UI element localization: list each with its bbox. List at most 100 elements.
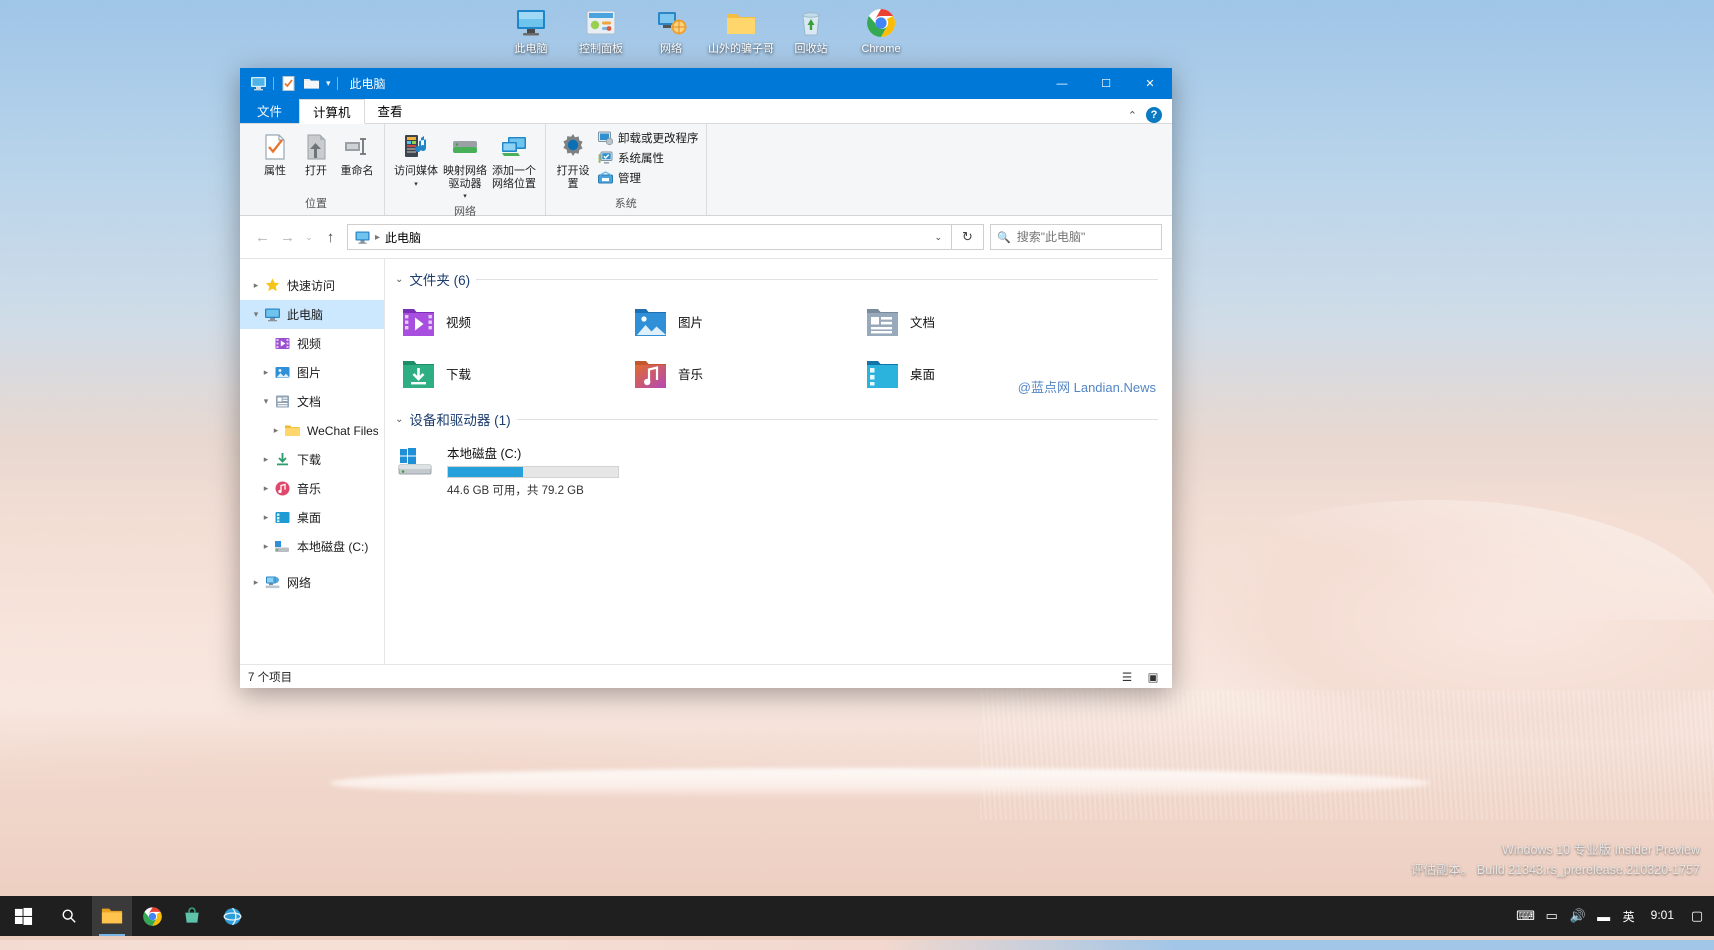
chevron-right-icon[interactable]: ▸ xyxy=(258,483,274,494)
tab-computer[interactable]: 计算机 xyxy=(299,99,365,124)
ribbon-button-open[interactable]: 打开 xyxy=(296,130,336,180)
tile-music[interactable]: 音乐 xyxy=(629,347,861,399)
desktop-icon-control-panel[interactable]: 控制面板 xyxy=(566,2,636,56)
chevron-down-icon[interactable]: ▾ xyxy=(414,181,418,189)
search-input[interactable] xyxy=(1017,230,1155,244)
sidebar-item-documents[interactable]: ▾ 文档 xyxy=(240,387,384,416)
start-button[interactable] xyxy=(0,896,46,936)
chevron-right-icon[interactable]: ▸ xyxy=(248,280,264,291)
tab-view[interactable]: 查看 xyxy=(365,98,416,123)
network-tray-icon[interactable]: ▬ xyxy=(1591,896,1617,936)
minimize-button[interactable]: — xyxy=(1040,68,1084,99)
tile-documents[interactable]: 文档 xyxy=(861,295,1093,347)
taskbar-app-browser[interactable] xyxy=(212,896,252,936)
taskbar-clock[interactable]: 9:01 xyxy=(1641,909,1684,922)
volume-icon[interactable]: 🔊 xyxy=(1565,896,1591,936)
chevron-down-icon[interactable]: ⌄ xyxy=(395,274,403,285)
taskbar-app-file-explorer[interactable] xyxy=(92,896,132,936)
maximize-button[interactable]: ☐ xyxy=(1084,68,1128,99)
help-icon[interactable]: ? xyxy=(1146,107,1162,123)
taskbar-app-store[interactable] xyxy=(172,896,212,936)
address-bar[interactable]: ▸ 此电脑 ⌄ xyxy=(347,224,952,250)
ribbon-button-add-network-location[interactable]: 添加一个网络位置 xyxy=(490,130,538,192)
sidebar-item-desktop[interactable]: ▸ 桌面 xyxy=(240,503,384,532)
tile-downloads[interactable]: 下载 xyxy=(397,347,629,399)
chevron-down-icon[interactable]: ⌄ xyxy=(934,232,947,243)
ime-icon[interactable]: 英 xyxy=(1617,908,1641,925)
chevron-down-icon[interactable]: ⌄ xyxy=(395,414,403,425)
chevron-down-icon[interactable]: ▾ xyxy=(463,193,467,201)
address-bar-row: ← → ⌄ ↑ ▸ 此电脑 ⌄ ↻ 🔍 xyxy=(240,216,1172,258)
sidebar-item-pictures[interactable]: ▸ 图片 xyxy=(240,358,384,387)
chevron-right-icon[interactable]: ▸ xyxy=(258,512,274,523)
ribbon-button-uninstall-program[interactable]: 卸载或更改程序 xyxy=(598,130,699,146)
drive-list: 本地磁盘 (C:) 44.6 GB 可用，共 79.2 GB xyxy=(385,435,1172,498)
sidebar-item-quick-access[interactable]: ▸ 快速访问 xyxy=(240,271,384,300)
this-pc-icon[interactable] xyxy=(250,75,267,92)
forward-button[interactable]: → xyxy=(275,224,300,250)
search-box[interactable]: 🔍 xyxy=(990,224,1162,250)
drive-capacity-bar xyxy=(447,466,619,478)
taskbar-app-chrome[interactable] xyxy=(132,896,172,936)
sidebar-item-videos[interactable]: 视频 xyxy=(240,329,384,358)
media-server-icon xyxy=(401,132,431,162)
breadcrumb[interactable]: 此电脑 xyxy=(385,229,421,246)
close-button[interactable]: ✕ xyxy=(1128,68,1172,99)
properties-icon[interactable] xyxy=(280,75,297,92)
tile-pictures[interactable]: 图片 xyxy=(629,295,861,347)
ribbon-button-system-properties[interactable]: 系统属性 xyxy=(598,150,699,166)
taskbar-search-button[interactable] xyxy=(46,896,92,936)
chevron-down-icon[interactable]: ▾ xyxy=(326,78,331,89)
group-header-folders[interactable]: ⌄ 文件夹 (6) xyxy=(385,259,1172,295)
sidebar-item-network[interactable]: ▸ 网络 xyxy=(240,568,384,597)
chevron-right-icon[interactable]: ▸ xyxy=(258,367,274,378)
group-title: 设备和驱动器 (1) xyxy=(409,409,510,429)
desktop-icon-recycle-bin[interactable]: 回收站 xyxy=(776,2,846,56)
drive-item-local-disk-c[interactable]: 本地磁盘 (C:) 44.6 GB 可用，共 79.2 GB xyxy=(397,438,647,498)
keyboard-icon[interactable]: ⌨ xyxy=(1513,896,1539,936)
recycle-bin-icon xyxy=(794,6,828,40)
sidebar-item-wechat-files[interactable]: ▸ WeChat Files xyxy=(240,416,384,445)
refresh-button[interactable]: ↻ xyxy=(952,224,984,250)
ribbon-button-manage[interactable]: 管理 xyxy=(598,170,699,186)
sidebar-item-downloads[interactable]: ▸ 下载 xyxy=(240,445,384,474)
videos-icon xyxy=(274,335,291,352)
window-body: ▸ 快速访问 ▾ 此电脑 xyxy=(240,258,1172,664)
group-header-drives[interactable]: ⌄ 设备和驱动器 (1) xyxy=(385,399,1172,435)
ribbon-button-properties[interactable]: 属性 xyxy=(255,130,295,180)
sidebar-item-music[interactable]: ▸ 音乐 xyxy=(240,474,384,503)
desktop-icon-network[interactable]: 网络 xyxy=(636,2,706,56)
up-button[interactable]: ↑ xyxy=(318,224,343,250)
chevron-right-icon[interactable]: ▸ xyxy=(258,541,274,552)
chevron-down-icon[interactable]: ▾ xyxy=(258,396,274,407)
recent-locations-button[interactable]: ⌄ xyxy=(300,224,318,250)
documents-icon xyxy=(865,304,900,339)
collapse-ribbon-icon[interactable]: ⌃ xyxy=(1128,109,1137,122)
open-icon xyxy=(301,132,331,162)
notification-center-icon[interactable]: ▢ xyxy=(1684,896,1710,936)
desktop-icon-this-pc[interactable]: 此电脑 xyxy=(496,2,566,56)
sidebar-item-local-disk-c[interactable]: ▸ 本地磁盘 (C:) xyxy=(240,532,384,561)
details-view-button[interactable]: ☰ xyxy=(1116,668,1138,686)
folder-icon[interactable] xyxy=(303,75,320,92)
battery-icon[interactable]: ▭ xyxy=(1539,896,1565,936)
ribbon-button-access-media[interactable]: 访问媒体 ▾ xyxy=(392,130,440,191)
tab-file[interactable]: 文件 xyxy=(240,98,299,123)
desktop-icon-user-folder[interactable]: 山外的骗子哥 xyxy=(706,2,776,56)
ribbon-button-map-drive[interactable]: 映射网络驱动器 ▾ xyxy=(441,130,489,203)
chevron-right-icon[interactable]: ▸ xyxy=(248,577,264,588)
tile-videos[interactable]: 视频 xyxy=(397,295,629,347)
desktop-icon-chrome[interactable]: Chrome xyxy=(846,2,916,56)
ribbon-group-location: 属性 打开 xyxy=(248,124,385,215)
ribbon-button-rename[interactable]: 重命名 xyxy=(337,130,377,180)
sidebar-item-label: WeChat Files xyxy=(307,424,378,438)
chevron-right-icon[interactable]: ▸ xyxy=(258,454,274,465)
file-explorer-window: ▾ 此电脑 — ☐ ✕ 文件 计算机 查看 ⌃ ? xyxy=(240,68,1172,688)
chevron-right-icon[interactable]: ▸ xyxy=(268,425,284,436)
back-button[interactable]: ← xyxy=(250,224,275,250)
chevron-down-icon[interactable]: ▾ xyxy=(248,309,264,320)
sidebar-item-this-pc[interactable]: ▾ 此电脑 xyxy=(240,300,384,329)
ribbon-button-label: 添加一个网络位置 xyxy=(491,165,537,190)
large-icons-view-button[interactable]: ▣ xyxy=(1142,668,1164,686)
ribbon-button-open-settings[interactable]: 打开设置 xyxy=(553,130,593,192)
